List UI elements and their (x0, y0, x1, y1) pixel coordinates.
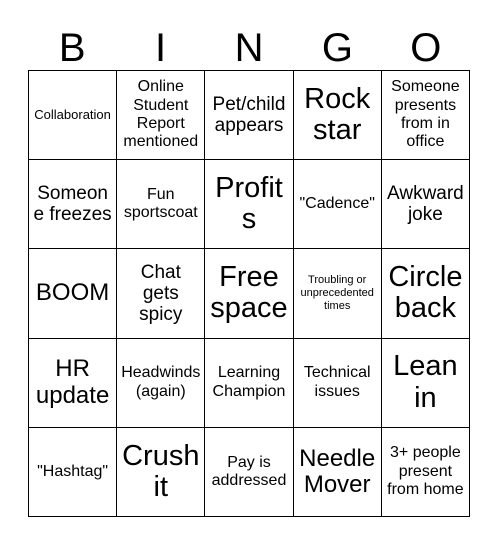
bingo-cell-free-space[interactable]: Free space (205, 249, 294, 339)
bingo-cell-o2[interactable]: Awkward joke (381, 160, 470, 250)
bingo-cell-o5[interactable]: 3+ people present from home (381, 427, 470, 517)
bingo-cell-label: Rock star (304, 82, 371, 147)
bingo-cell-i4[interactable]: Headwinds (again) (117, 338, 206, 428)
bingo-cell-g4[interactable]: Technical issues (293, 338, 382, 428)
bingo-card: B I N G O Collaboration Online Student R… (0, 0, 500, 544)
bingo-cell-i3[interactable]: Chat gets spicy (117, 249, 206, 339)
bingo-header-letters: B I N G O (28, 18, 470, 68)
bingo-cell-n4[interactable]: Learning Champion (205, 338, 294, 428)
bingo-cell-o3[interactable]: Circle back (381, 249, 470, 339)
bingo-cell-label: "Cadence" (299, 195, 375, 213)
bingo-cell-label: Pet/child appears (212, 93, 286, 137)
header-letter-g: G (321, 26, 353, 70)
bingo-grid: Collaboration Online Student Report ment… (28, 70, 470, 517)
bingo-cell-label: Learning Champion (212, 364, 286, 400)
bingo-cell-o4[interactable]: Lean in (381, 338, 470, 428)
bingo-cell-g5[interactable]: Needle Mover (293, 427, 382, 517)
bingo-cell-label: Headwinds (again) (121, 364, 201, 400)
bingo-cell-i5[interactable]: Crush it (117, 427, 206, 517)
bingo-cell-n5[interactable]: Pay is addressed (205, 427, 294, 517)
bingo-cell-label: Fun sportscoat (123, 185, 198, 222)
bingo-cell-label: Profits (215, 171, 283, 236)
bingo-cell-b3[interactable]: BOOM (29, 249, 118, 339)
bingo-cell-label: Crush it (122, 439, 200, 503)
bingo-cell-i1[interactable]: Online Student Report mentioned (117, 71, 206, 161)
bingo-cell-label: BOOM (35, 279, 110, 307)
bingo-cell-label: Troubling or unprecedented times (300, 273, 374, 313)
bingo-cell-label: Lean in (393, 350, 458, 414)
bingo-cell-g2[interactable]: "Cadence" (293, 160, 382, 250)
bingo-cell-label: Pay is addressed (211, 453, 287, 489)
bingo-cell-label: Chat gets spicy (139, 261, 183, 326)
bingo-cell-b2[interactable]: Someone freezes (29, 160, 118, 250)
bingo-cell-i2[interactable]: Fun sportscoat (117, 160, 206, 250)
bingo-cell-b5[interactable]: "Hashtag" (29, 427, 118, 517)
bingo-cell-label: Free space (210, 261, 288, 325)
bingo-cell-label: "Hashtag" (37, 462, 109, 480)
bingo-cell-label: Collaboration (34, 107, 111, 123)
bingo-cell-label: Circle back (388, 261, 463, 325)
bingo-cell-label: Online Student Report mentioned (123, 78, 199, 151)
bingo-cell-n2[interactable]: Profits (205, 160, 294, 250)
bingo-cell-label: Someone freezes (33, 183, 112, 226)
header-letter-i: I (155, 26, 167, 70)
bingo-cell-o1[interactable]: Someone presents from in office (381, 71, 470, 161)
header-letter-o: O (410, 26, 442, 70)
bingo-cell-label: Someone presents from in office (391, 78, 460, 151)
bingo-cell-label: Awkward joke (387, 183, 464, 226)
bingo-cell-g1[interactable]: Rock star (293, 71, 382, 161)
header-letter-b: B (58, 26, 86, 70)
header-letter-n: N (234, 26, 264, 70)
bingo-cell-n1[interactable]: Pet/child appears (205, 71, 294, 161)
bingo-cell-label: HR update (35, 355, 110, 409)
bingo-cell-b1[interactable]: Collaboration (29, 71, 118, 161)
bingo-cell-label: Needle Mover (299, 444, 376, 498)
bingo-cell-b4[interactable]: HR update (29, 338, 118, 428)
bingo-cell-g3[interactable]: Troubling or unprecedented times (293, 249, 382, 339)
bingo-cell-label: 3+ people present from home (387, 444, 464, 499)
bingo-cell-label: Technical issues (303, 364, 371, 400)
